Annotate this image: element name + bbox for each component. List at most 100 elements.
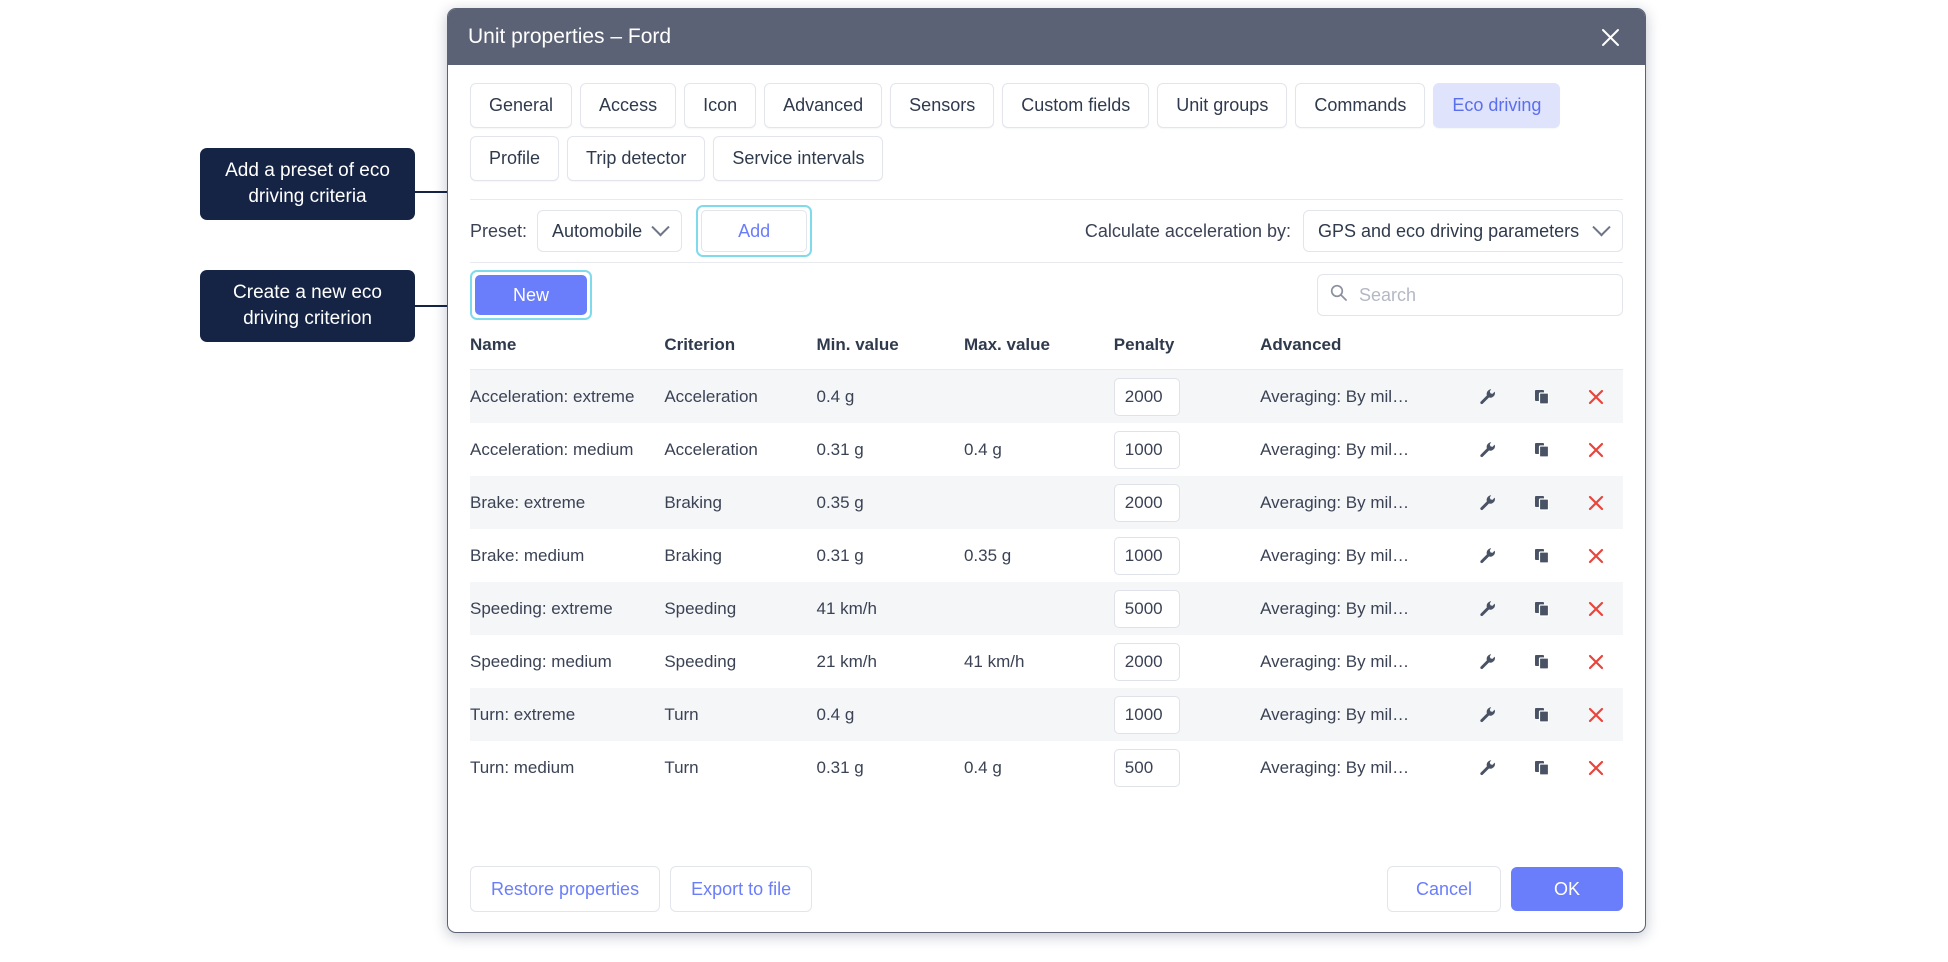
copy-icon[interactable] [1515, 529, 1569, 582]
penalty-input[interactable] [1113, 748, 1180, 787]
cell-criterion: Braking [664, 545, 722, 565]
tab-commands[interactable]: Commands [1295, 83, 1426, 128]
dialog-title: Unit properties – Ford [468, 25, 672, 48]
cell-penalty [1113, 423, 1260, 476]
table-row[interactable]: Brake: medium Braking 0.31 g 0.35 g Averagin… [470, 529, 1623, 582]
criterion-name: Speeding: medium [470, 651, 612, 671]
penalty-input[interactable] [1113, 483, 1180, 522]
calculate-acceleration-select[interactable]: GPS and eco driving parameters [1303, 210, 1623, 252]
calculate-acceleration-label: Calculate acceleration by: [1084, 220, 1291, 241]
penalty-input[interactable] [1113, 695, 1180, 734]
wrench-icon[interactable] [1461, 741, 1515, 794]
unit-properties-dialog: Unit properties – Ford General Access Ic… [447, 8, 1646, 933]
tab-general[interactable]: General [470, 83, 573, 128]
copy-icon[interactable] [1515, 370, 1569, 424]
cell-name: Turn: medium [470, 741, 664, 794]
delete-icon[interactable] [1569, 370, 1623, 424]
cell-min-value: 0.4 g [816, 386, 855, 406]
wrench-icon[interactable] [1461, 635, 1515, 688]
table-row[interactable]: Turn: medium Turn 0.31 g 0.4 g Averaging: By… [470, 741, 1623, 794]
advanced-text: Averaging: By mil… [1260, 386, 1410, 406]
table-row[interactable]: Acceleration: medium Acceleration 0.31 g 0.… [470, 423, 1623, 476]
criterion-name: Brake: medium [470, 545, 585, 565]
penalty-input[interactable] [1113, 536, 1180, 575]
delete-icon[interactable] [1569, 688, 1623, 741]
delete-icon[interactable] [1569, 635, 1623, 688]
penalty-input[interactable] [1113, 642, 1180, 681]
search-icon [1330, 284, 1347, 306]
cell-min-value: 0.31 g [816, 439, 864, 459]
column-header-criterion: Criterion [664, 327, 817, 370]
delete-icon[interactable] [1569, 476, 1623, 529]
column-header-actions-1 [1461, 327, 1516, 370]
add-button-highlight: Add [696, 205, 813, 257]
preset-select-value: Automobile [552, 220, 643, 241]
cell-penalty [1113, 688, 1260, 741]
cell-name: Speeding: medium [470, 635, 664, 688]
advanced-text: Averaging: By mil… [1260, 439, 1410, 459]
calculate-acceleration-value: GPS and eco driving parameters [1318, 220, 1580, 241]
criteria-table-wrap: Name Criterion Min. value Max. value Pen… [470, 327, 1623, 846]
cell-advanced: Averaging: By mil… [1260, 582, 1461, 635]
advanced-text: Averaging: By mil… [1260, 704, 1410, 724]
copy-icon[interactable] [1515, 741, 1569, 794]
copy-icon[interactable] [1515, 635, 1569, 688]
cell-advanced: Averaging: By mil… [1260, 529, 1461, 582]
cancel-button[interactable]: Cancel [1387, 866, 1501, 912]
search-box[interactable] [1317, 274, 1623, 316]
delete-icon[interactable] [1569, 741, 1623, 794]
search-input[interactable] [1357, 283, 1610, 307]
table-row[interactable]: Speeding: extreme Speeding 41 km/h Averagin… [470, 582, 1623, 635]
wrench-icon[interactable] [1461, 582, 1515, 635]
table-row[interactable]: Brake: extreme Braking 0.35 g Averaging: By… [470, 476, 1623, 529]
cell-max-value [964, 688, 1114, 741]
restore-properties-button[interactable]: Restore properties [470, 866, 661, 912]
tab-service-intervals[interactable]: Service intervals [713, 136, 884, 181]
table-row[interactable]: Speeding: medium Speeding 21 km/h 41 km/h Av… [470, 635, 1623, 688]
cell-criterion: Turn [664, 704, 699, 724]
penalty-input[interactable] [1113, 430, 1180, 469]
cell-max-value [964, 476, 1114, 529]
column-header-actions-3 [1569, 327, 1623, 370]
table-row[interactable]: Turn: extreme Turn 0.4 g Averaging: By mil… [470, 688, 1623, 741]
copy-icon[interactable] [1515, 582, 1569, 635]
ok-button[interactable]: OK [1511, 867, 1623, 911]
wrench-icon[interactable] [1461, 529, 1515, 582]
export-to-file-button[interactable]: Export to file [670, 866, 813, 912]
tab-custom-fields[interactable]: Custom fields [1002, 83, 1150, 128]
preset-select[interactable]: Automobile [537, 210, 683, 252]
copy-icon[interactable] [1515, 423, 1569, 476]
penalty-input[interactable] [1113, 377, 1180, 416]
add-preset-button[interactable]: Add [701, 210, 808, 252]
copy-icon[interactable] [1515, 688, 1569, 741]
wrench-icon[interactable] [1461, 370, 1515, 424]
cell-advanced: Averaging: By mil… [1260, 476, 1461, 529]
wrench-icon[interactable] [1461, 476, 1515, 529]
tab-advanced[interactable]: Advanced [764, 83, 883, 128]
cell-advanced: Averaging: By mil… [1260, 741, 1461, 794]
tab-access[interactable]: Access [580, 83, 677, 128]
cell-advanced: Averaging: By mil… [1260, 423, 1461, 476]
tab-sensors[interactable]: Sensors [890, 83, 995, 128]
wrench-icon[interactable] [1461, 688, 1515, 741]
tab-profile[interactable]: Profile [470, 136, 560, 181]
tab-trip-detector[interactable]: Trip detector [567, 136, 706, 181]
tab-icon[interactable]: Icon [684, 83, 757, 128]
cell-min-value: 0.31 g [816, 757, 864, 777]
close-icon[interactable] [1593, 20, 1627, 54]
new-criterion-button[interactable]: New [475, 275, 587, 315]
cell-advanced: Averaging: By mil… [1260, 370, 1461, 424]
tab-unit-groups[interactable]: Unit groups [1157, 83, 1288, 128]
tab-eco-driving[interactable]: Eco driving [1433, 83, 1561, 128]
criterion-name: Acceleration: extreme [470, 386, 635, 406]
cell-name: Acceleration: extreme [470, 370, 664, 424]
cell-penalty [1113, 582, 1260, 635]
copy-icon[interactable] [1515, 476, 1569, 529]
penalty-input[interactable] [1113, 589, 1180, 628]
delete-icon[interactable] [1569, 529, 1623, 582]
delete-icon[interactable] [1569, 423, 1623, 476]
column-header-advanced: Advanced [1260, 327, 1462, 370]
table-row[interactable]: Acceleration: extreme Acceleration 0.4 g Av… [470, 369, 1623, 424]
delete-icon[interactable] [1569, 582, 1623, 635]
wrench-icon[interactable] [1461, 423, 1515, 476]
